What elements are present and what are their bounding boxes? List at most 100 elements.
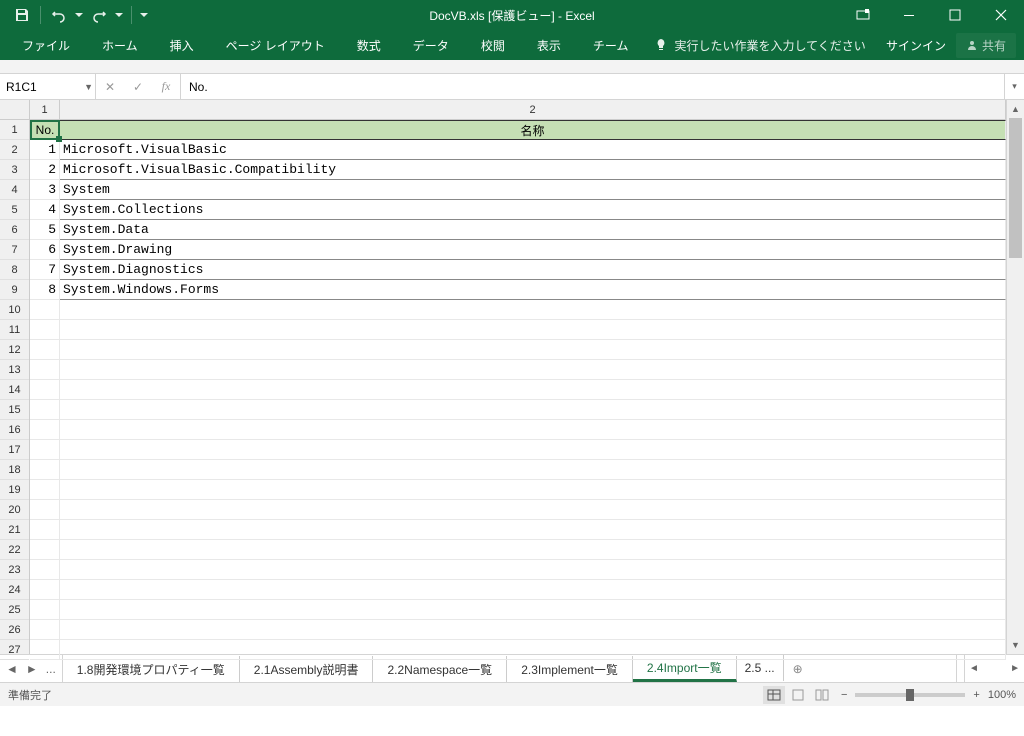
cell-name[interactable]: System.Windows.Forms [60,280,1006,300]
insert-function-icon[interactable]: fx [152,79,180,94]
scroll-thumb[interactable] [1009,118,1022,258]
row-header[interactable]: 12 [0,340,29,360]
col-header-2[interactable]: 2 [60,100,1006,119]
ribbon-display-options-icon[interactable] [840,0,886,30]
row-header[interactable]: 15 [0,400,29,420]
row-header[interactable]: 24 [0,580,29,600]
cell-no[interactable]: 6 [30,240,60,260]
empty-cell[interactable] [60,620,1006,640]
empty-cell[interactable] [30,460,60,480]
cells-area[interactable]: No.名称1Microsoft.VisualBasic2Microsoft.Vi… [30,120,1006,654]
maximize-button[interactable] [932,0,978,30]
empty-cell[interactable] [30,600,60,620]
row-header[interactable]: 27 [0,640,29,660]
empty-cell[interactable] [60,600,1006,620]
name-box[interactable]: R1C1 ▼ [0,74,96,99]
cell-name[interactable]: System [60,180,1006,200]
zoom-slider[interactable] [855,693,965,697]
row-header[interactable]: 22 [0,540,29,560]
row-header[interactable]: 13 [0,360,29,380]
view-pagelayout-icon[interactable] [787,686,809,704]
tab-home[interactable]: ホーム [88,30,152,60]
empty-cell[interactable] [60,480,1006,500]
row-header[interactable]: 7 [0,240,29,260]
expand-formula-bar-icon[interactable]: ▾ [1004,74,1024,99]
scroll-down-icon[interactable]: ▼ [1007,636,1024,654]
tab-view[interactable]: 表示 [523,30,575,60]
tab-data[interactable]: データ [399,30,463,60]
enter-icon[interactable]: ✓ [124,80,152,94]
empty-cell[interactable] [30,320,60,340]
scroll-right-icon[interactable]: ► [1010,663,1020,674]
cell-no[interactable]: 5 [30,220,60,240]
empty-cell[interactable] [60,360,1006,380]
empty-cell[interactable] [30,360,60,380]
empty-cell[interactable] [30,400,60,420]
empty-cell[interactable] [30,580,60,600]
cell-name[interactable]: Microsoft.VisualBasic.Compatibility [60,160,1006,180]
redo-icon[interactable] [87,3,111,27]
cell-no[interactable]: 2 [30,160,60,180]
qat-customize-icon[interactable] [138,3,150,27]
sheet-nav-ellipsis[interactable]: ... [46,662,56,676]
cell-no[interactable]: 8 [30,280,60,300]
row-header[interactable]: 9 [0,280,29,300]
view-normal-icon[interactable] [763,686,785,704]
empty-cell[interactable] [60,580,1006,600]
tab-file[interactable]: ファイル [8,30,84,60]
column-headers[interactable]: 1 2 [30,100,1006,120]
tab-review[interactable]: 校閲 [467,30,519,60]
row-header[interactable]: 26 [0,620,29,640]
zoom-slider-thumb[interactable] [906,689,914,701]
row-header[interactable]: 16 [0,420,29,440]
row-header[interactable]: 25 [0,600,29,620]
row-header[interactable]: 14 [0,380,29,400]
row-header[interactable]: 23 [0,560,29,580]
chevron-down-icon[interactable]: ▼ [84,82,93,92]
row-header[interactable]: 8 [0,260,29,280]
empty-cell[interactable] [30,540,60,560]
row-header[interactable]: 5 [0,200,29,220]
formula-input[interactable]: No. [181,74,1004,99]
empty-cell[interactable] [30,620,60,640]
minimize-button[interactable] [886,0,932,30]
empty-cell[interactable] [60,420,1006,440]
tab-pagelayout[interactable]: ページ レイアウト [212,30,339,60]
zoom-level[interactable]: 100% [988,689,1016,701]
row-header[interactable]: 4 [0,180,29,200]
vertical-scrollbar[interactable]: ▲ ▼ [1006,100,1024,654]
cancel-icon[interactable]: ✕ [96,80,124,94]
row-header[interactable]: 10 [0,300,29,320]
empty-cell[interactable] [30,480,60,500]
empty-cell[interactable] [60,560,1006,580]
empty-cell[interactable] [30,440,60,460]
empty-cell[interactable] [60,320,1006,340]
select-all-corner[interactable] [0,100,30,120]
cell-no[interactable]: 4 [30,200,60,220]
save-icon[interactable] [10,3,34,27]
sheet-nav-next-icon[interactable]: ► [26,662,38,676]
sheet-nav-prev-icon[interactable]: ◄ [6,662,18,676]
empty-cell[interactable] [30,340,60,360]
signin-link[interactable]: サインイン [886,37,946,54]
empty-cell[interactable] [60,500,1006,520]
cell-name[interactable]: System.Data [60,220,1006,240]
scroll-left-icon[interactable]: ◄ [969,663,979,674]
empty-cell[interactable] [60,440,1006,460]
tab-insert[interactable]: 挿入 [156,30,208,60]
cell-no[interactable]: 3 [30,180,60,200]
row-header[interactable]: 19 [0,480,29,500]
cell-name[interactable]: System.Collections [60,200,1006,220]
empty-cell[interactable] [60,340,1006,360]
empty-cell[interactable] [30,500,60,520]
empty-cell[interactable] [30,520,60,540]
share-button[interactable]: 共有 [956,33,1016,58]
empty-cell[interactable] [60,300,1006,320]
tell-me-search[interactable]: 実行したい作業を入力してください [654,37,865,54]
empty-cell[interactable] [60,460,1006,480]
empty-cell[interactable] [30,380,60,400]
redo-dropdown-icon[interactable] [113,3,125,27]
empty-cell[interactable] [30,640,60,660]
empty-cell[interactable] [30,420,60,440]
row-headers[interactable]: 1234567891011121314151617181920212223242… [0,120,30,654]
